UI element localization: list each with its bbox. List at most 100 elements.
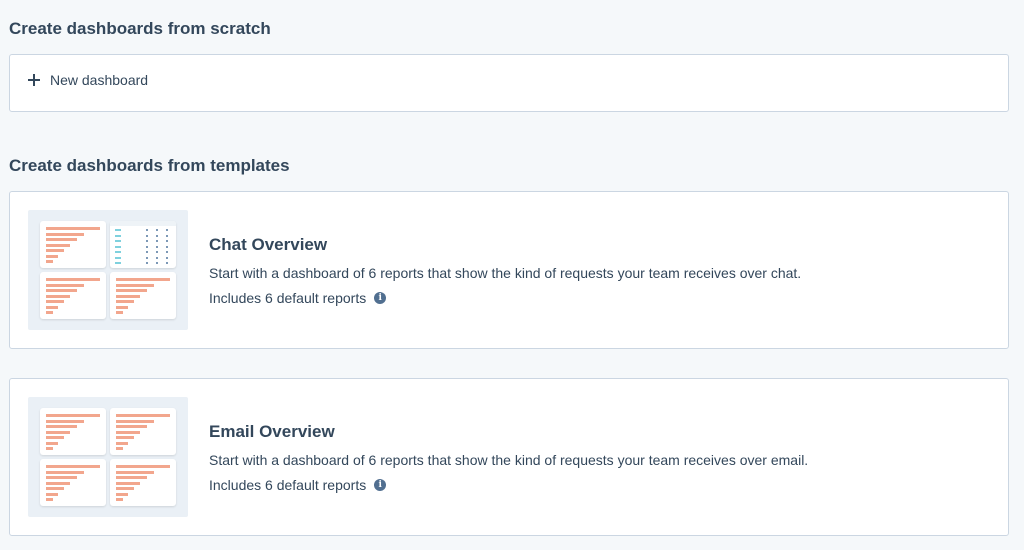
preview-bar (46, 492, 58, 496)
preview-table-dot (166, 251, 168, 253)
preview-bar (116, 492, 128, 496)
new-dashboard-label: New dashboard (50, 72, 149, 88)
preview-bar (116, 441, 128, 445)
template-includes-label: Includes 6 default reports (209, 477, 367, 493)
scratch-heading: Create dashboards from scratch (9, 19, 271, 38)
templates-heading: Create dashboards from templates (9, 156, 290, 175)
plus-icon (28, 74, 40, 86)
new-dashboard-button[interactable]: New dashboard (28, 72, 148, 88)
preview-bar (116, 300, 134, 303)
preview-bar-panel (40, 459, 106, 506)
preview-table-dot (166, 229, 168, 231)
preview-bar (46, 414, 100, 417)
template-title[interactable]: Chat Overview (209, 235, 327, 255)
preview-bar (116, 419, 154, 423)
preview-table-panel (110, 221, 176, 268)
preview-bar (116, 311, 123, 314)
preview-bar (116, 498, 123, 501)
preview-bar (116, 465, 170, 468)
preview-bar (46, 470, 84, 474)
preview-table-dot (166, 234, 168, 237)
preview-table-line (115, 245, 121, 248)
preview-table-line (115, 229, 121, 231)
preview-bar (116, 481, 140, 485)
preview-table-line (115, 234, 121, 237)
preview-bar (46, 249, 64, 252)
preview-table-dot (156, 262, 158, 264)
preview-bar (46, 419, 84, 423)
template-card-chat-overview[interactable]: Chat Overview Start with a dashboard of … (9, 191, 1009, 349)
template-includes-label: Includes 6 default reports (209, 290, 367, 306)
preview-bar (46, 289, 77, 292)
preview-bar (46, 300, 64, 303)
preview-bar (46, 425, 77, 428)
preview-table-dot (146, 240, 148, 242)
preview-bar (116, 430, 140, 434)
preview-bar (46, 227, 100, 230)
preview-table-dot (146, 245, 148, 248)
preview-bar (46, 278, 100, 281)
preview-bar (46, 254, 58, 258)
preview-bar-panel (110, 459, 176, 506)
preview-bar (116, 305, 128, 309)
preview-bar (46, 283, 84, 287)
preview-bar (116, 289, 147, 292)
preview-table-dot (166, 262, 168, 264)
preview-table-line (115, 256, 121, 259)
preview-bar-panel (40, 221, 106, 268)
preview-bar (46, 498, 53, 501)
preview-bar (46, 294, 70, 298)
preview-table-dot (146, 251, 148, 253)
info-icon[interactable]: i (374, 479, 387, 491)
preview-table-dot (156, 251, 158, 253)
preview-table-dot (156, 229, 158, 231)
preview-table-dot (166, 256, 168, 259)
preview-bar (116, 283, 154, 287)
preview-bar (116, 436, 134, 439)
preview-bar (46, 243, 70, 247)
preview-table-dot (166, 240, 168, 242)
preview-bar (116, 476, 147, 479)
preview-bar (46, 430, 70, 434)
preview-table-dot (156, 245, 158, 248)
preview-bar (116, 278, 170, 281)
preview-table-line (115, 240, 121, 242)
preview-bar (46, 476, 77, 479)
preview-bar (116, 487, 134, 490)
preview-bar (46, 305, 58, 309)
preview-table-dot (146, 256, 148, 259)
preview-bar-panel (110, 408, 176, 455)
preview-bar-panel (110, 272, 176, 319)
scratch-card: New dashboard (9, 54, 1009, 112)
template-includes: Includes 6 default reports i (209, 477, 387, 493)
preview-bar (46, 441, 58, 445)
preview-bar (46, 311, 53, 314)
dashboard-preview-icon (28, 210, 188, 330)
preview-bar (116, 414, 170, 417)
preview-bar (116, 425, 147, 428)
preview-bar (46, 487, 64, 490)
preview-table-dot (146, 229, 148, 231)
preview-bar (46, 238, 77, 241)
template-card-email-overview[interactable]: Email Overview Start with a dashboard of… (9, 378, 1009, 536)
preview-bar-panel (40, 272, 106, 319)
preview-table-line (115, 262, 121, 264)
preview-bar (116, 294, 140, 298)
info-icon[interactable]: i (374, 292, 387, 304)
preview-table-dot (166, 245, 168, 248)
preview-table-dot (156, 256, 158, 259)
preview-table-dot (146, 262, 148, 264)
preview-table-line (115, 251, 121, 253)
preview-bar-panel (40, 408, 106, 455)
preview-bar (46, 481, 70, 485)
template-includes: Includes 6 default reports i (209, 290, 387, 306)
preview-table-dot (156, 240, 158, 242)
template-title[interactable]: Email Overview (209, 422, 335, 442)
preview-bar (116, 447, 123, 450)
preview-bar (46, 232, 84, 236)
preview-table-dot (146, 234, 148, 237)
preview-table-dot (156, 234, 158, 237)
preview-bar (46, 465, 100, 468)
preview-bar (46, 436, 64, 439)
preview-bar (46, 447, 53, 450)
